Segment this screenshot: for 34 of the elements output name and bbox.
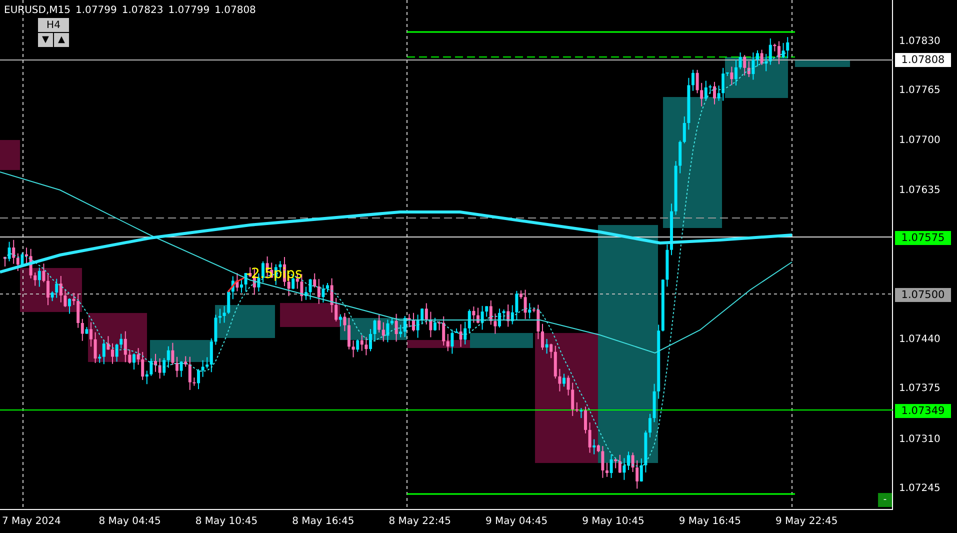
price-value: 1.07823 bbox=[122, 5, 164, 16]
price-value: 1.07799 bbox=[75, 5, 117, 16]
price-value: 1.07808 bbox=[214, 5, 256, 16]
time-label: 9 May 10:45 bbox=[582, 516, 646, 527]
time-label: 9 May 16:45 bbox=[678, 516, 742, 527]
price-label: 1.07765 bbox=[899, 85, 940, 96]
price-tag: 1.07808 bbox=[895, 53, 951, 67]
symbol-label: EURUSD,M15 bbox=[4, 5, 70, 16]
time-label: 8 May 10:45 bbox=[195, 516, 259, 527]
price-label: 1.07375 bbox=[899, 383, 940, 394]
arrow-button[interactable]: ▼ bbox=[38, 33, 53, 47]
price-label: 1.07830 bbox=[899, 36, 940, 47]
price-label: 1.07635 bbox=[899, 185, 940, 196]
time-label: 8 May 04:45 bbox=[98, 516, 162, 527]
price-label: 1.07245 bbox=[899, 483, 940, 494]
price-label: 1.07310 bbox=[899, 434, 940, 445]
timeframe-button[interactable]: H4 bbox=[38, 18, 69, 32]
time-label: 8 May 22:45 bbox=[388, 516, 452, 527]
time-label: 9 May 04:45 bbox=[485, 516, 549, 527]
time-label: 8 May 16:45 bbox=[292, 516, 356, 527]
price-zone bbox=[280, 303, 340, 327]
price-tag: 1.07575 bbox=[895, 231, 951, 245]
price-tag: 1.07500 bbox=[895, 288, 951, 302]
time-label: 9 May 22:45 bbox=[776, 516, 839, 527]
trend-line bbox=[227, 277, 244, 292]
price-zone bbox=[0, 140, 20, 170]
price-value: 1.07799 bbox=[168, 5, 210, 16]
corner-button[interactable]: - bbox=[878, 493, 892, 507]
price-tag: 1.07349 bbox=[895, 404, 951, 418]
arrow-button[interactable]: ▲ bbox=[54, 33, 69, 47]
price-zone bbox=[215, 305, 275, 338]
price-label: 1.07700 bbox=[899, 135, 940, 146]
time-label: 7 May 2024 bbox=[2, 516, 62, 527]
price-label: 1.07440 bbox=[899, 334, 940, 345]
